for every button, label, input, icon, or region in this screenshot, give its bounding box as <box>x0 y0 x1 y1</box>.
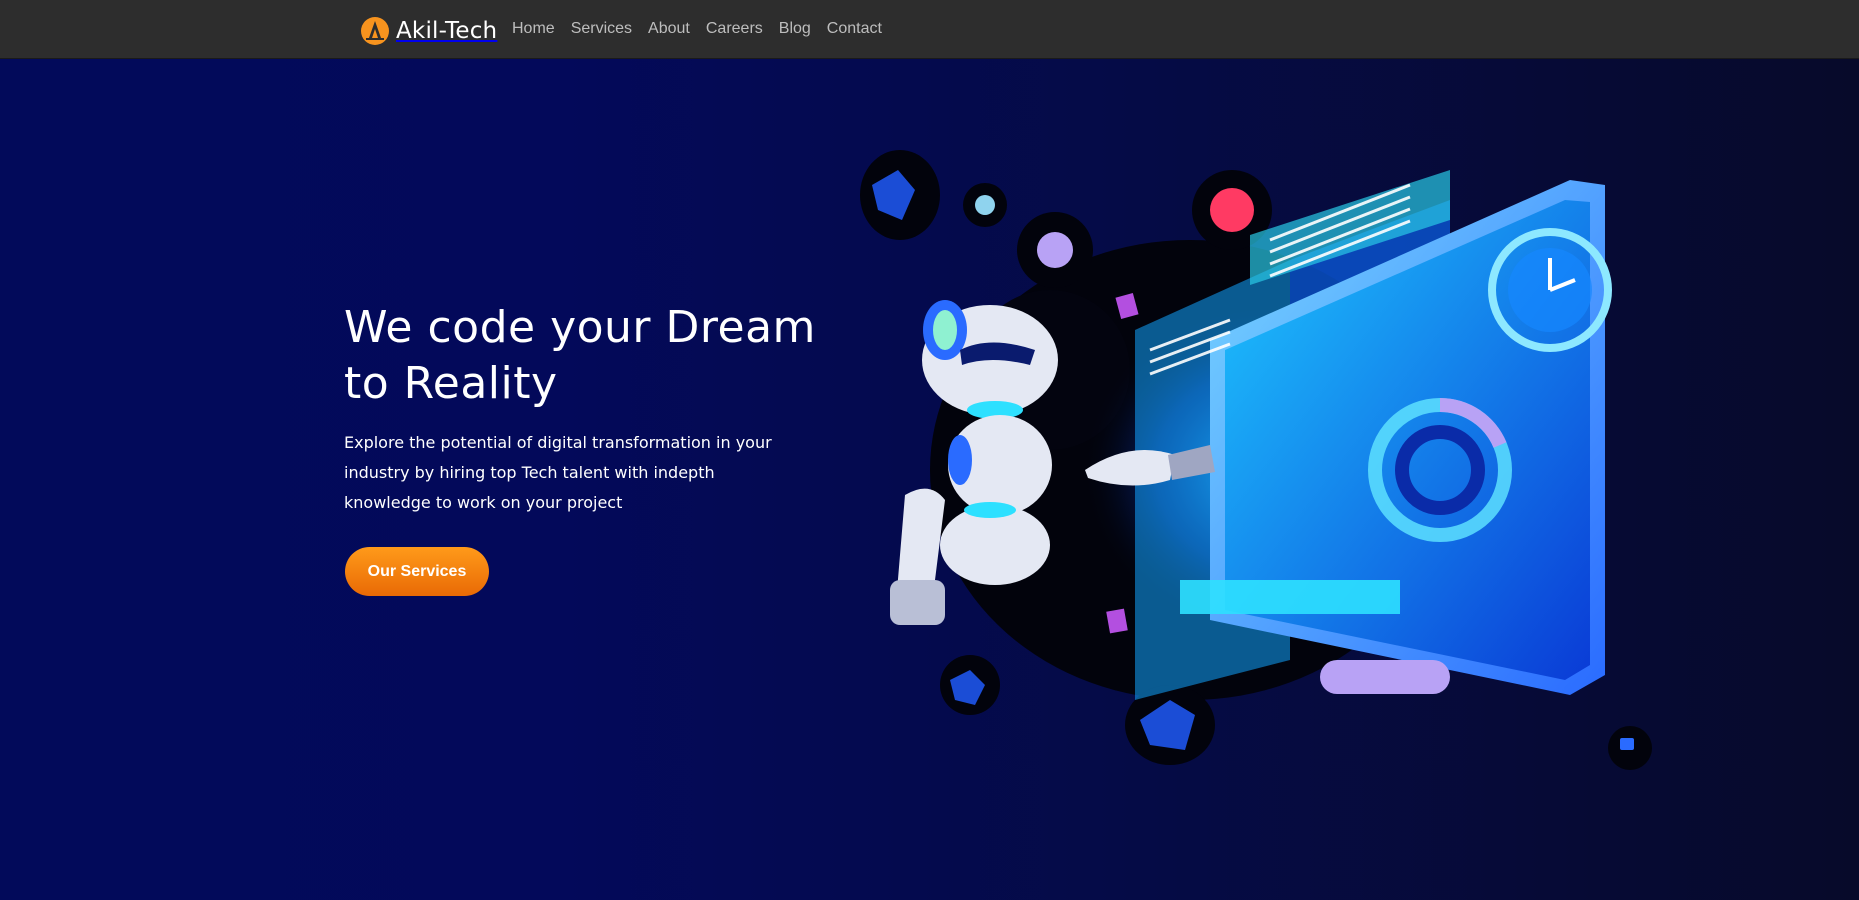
hero-title: We code your Dream to Reality <box>344 302 816 409</box>
brand-link[interactable]: Akil-Tech <box>360 16 497 46</box>
nav-link-services[interactable]: Services <box>571 20 632 37</box>
akil-tech-logo-icon <box>361 17 389 45</box>
top-navbar: Akil-Tech Home Services About Careers Bl… <box>0 0 1859 59</box>
brand-name: Akil-Tech <box>396 18 498 44</box>
nav-link-blog[interactable]: Blog <box>779 20 811 37</box>
nav-links: Home Services About Careers Blog Contact <box>512 20 882 38</box>
nav-link-home[interactable]: Home <box>512 20 555 37</box>
nav-link-careers[interactable]: Careers <box>706 20 763 37</box>
hero-section: We code your Dream to Reality Explore th… <box>0 59 1859 900</box>
nav-link-contact[interactable]: Contact <box>827 20 882 37</box>
hero-description: Explore the potential of digital transfo… <box>344 433 772 512</box>
our-services-button[interactable]: Our Services <box>345 547 489 596</box>
nav-link-about[interactable]: About <box>648 20 690 37</box>
robot-touching-screen-illustration <box>860 150 1652 770</box>
